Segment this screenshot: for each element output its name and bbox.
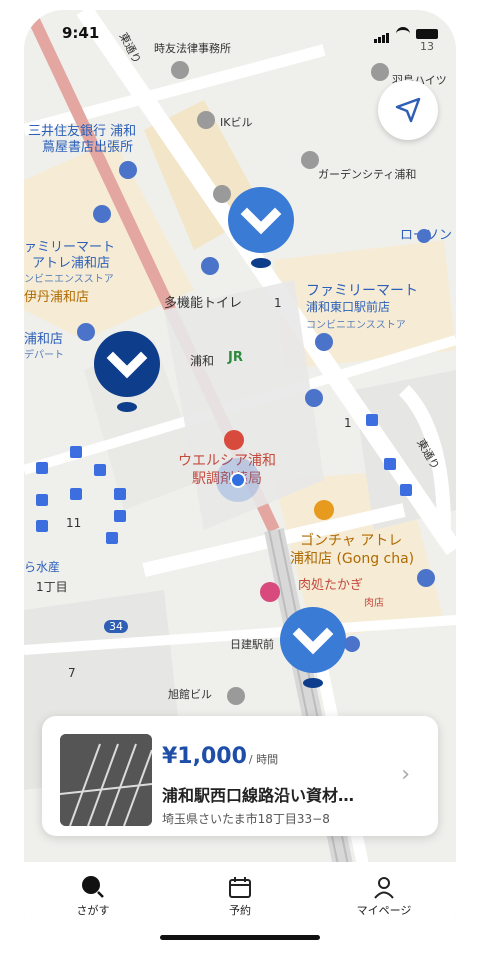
wifi-icon <box>396 27 410 40</box>
parking-address: 埼玉県さいたま市18丁目33−8 <box>162 812 330 826</box>
tab-label: さがす <box>76 904 110 917</box>
tab-label: 予約 <box>229 904 251 917</box>
parking-name: 浦和駅西口線路沿い資材… <box>162 786 355 805</box>
tab-search[interactable]: さがす <box>48 872 138 918</box>
status-bar: 9:41 13 <box>24 10 456 56</box>
price-value: ¥1,000 <box>162 744 247 769</box>
locate-me-button[interactable] <box>378 80 438 140</box>
calendar-icon <box>229 877 251 898</box>
tab-label: マイページ <box>356 904 412 917</box>
chevron-down-icon <box>228 187 294 268</box>
battery-icon <box>416 28 438 39</box>
price-unit: / 時間 <box>248 753 279 766</box>
parking-pin[interactable] <box>228 186 294 268</box>
map-edge-number: 13 <box>420 40 434 53</box>
home-indicator <box>160 935 320 940</box>
price-text: ¥1,000/ 時間 <box>162 744 278 769</box>
signal-icon <box>374 24 390 43</box>
chevron-down-icon <box>94 331 160 412</box>
parking-pin[interactable] <box>280 606 346 688</box>
parking-detail-card[interactable]: ¥1,000/ 時間 浦和駅西口線路沿い資材… 埼玉県さいたま市18丁目33−8… <box>42 716 438 836</box>
current-location-dot <box>216 458 260 502</box>
person-icon <box>374 877 394 899</box>
parking-pin-selected[interactable] <box>94 330 160 412</box>
chevron-down-icon <box>280 607 346 688</box>
tab-reservation[interactable]: 予約 <box>195 872 285 918</box>
parking-lot-image <box>60 734 152 826</box>
parking-thumbnail <box>60 734 152 826</box>
chevron-right-icon[interactable]: › <box>401 762 410 787</box>
tab-mypage[interactable]: マイページ <box>339 872 429 918</box>
search-icon <box>82 876 104 898</box>
phone-screen: 東通り 時友法律事務所 羽鳥ハイツ IKビル 三井住友銀行 浦和 蔦屋書店出張所… <box>24 10 456 950</box>
navigation-arrow-icon <box>395 97 421 123</box>
status-time: 9:41 <box>62 24 100 42</box>
